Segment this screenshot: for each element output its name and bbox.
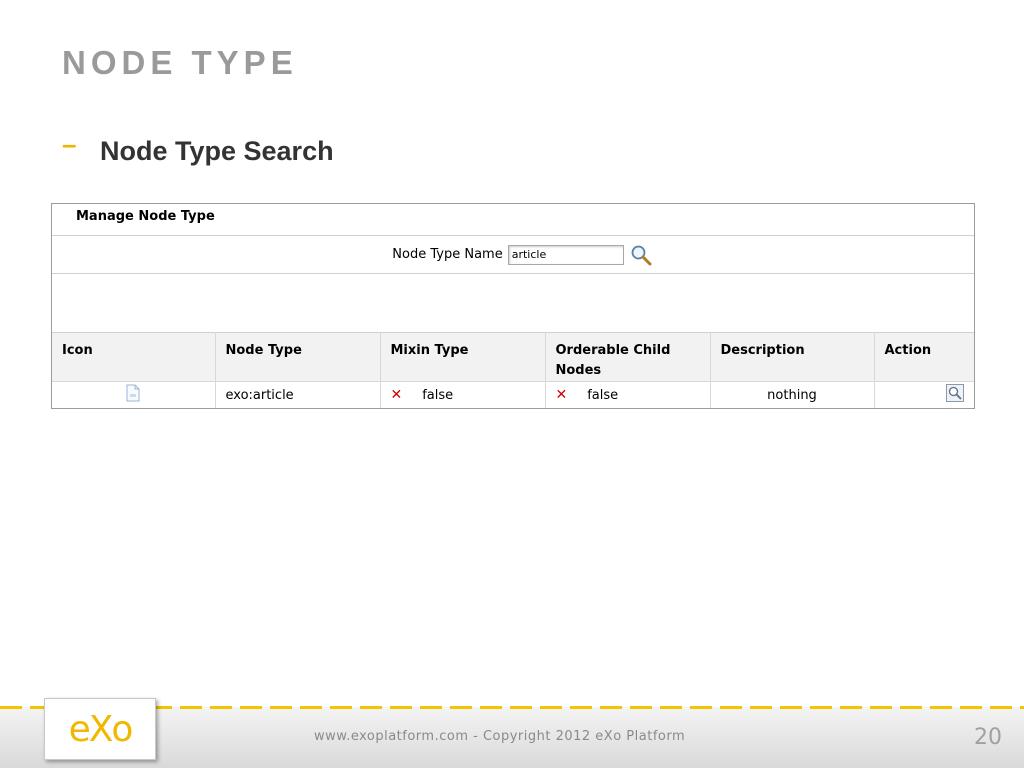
column-header-description: Description — [710, 332, 875, 382]
node-type-table: Icon Node Type Mixin Type Orderable Chil… — [52, 332, 974, 408]
logo-text: eXo — [68, 708, 134, 750]
search-button[interactable] — [628, 242, 654, 268]
cell-mixin-type: ✕ false — [380, 381, 546, 408]
column-header-mixin-type: Mixin Type — [380, 332, 546, 382]
bullet-text: Node Type Search — [100, 136, 334, 166]
table-header-row: Icon Node Type Mixin Type Orderable Chil… — [52, 332, 974, 382]
column-header-orderable-child-nodes: Orderable Child Nodes — [545, 332, 711, 382]
column-header-action: Action — [874, 332, 974, 382]
false-icon: ✕ — [555, 387, 568, 403]
column-header-node-type: Node Type — [215, 332, 381, 382]
view-icon[interactable] — [946, 384, 964, 406]
cell-description: nothing — [710, 381, 875, 408]
false-icon: ✕ — [390, 387, 403, 403]
orderable-value: false — [587, 388, 619, 403]
search-label: Node Type Name — [392, 247, 503, 262]
page-number: 20 — [974, 725, 1002, 750]
column-header-icon: Icon — [52, 332, 216, 382]
bullet-item: – Node Type Search — [62, 129, 334, 167]
exo-logo: eXo — [44, 698, 156, 760]
footer-copyright: www.exoplatform.com - Copyright 2012 eXo… — [314, 729, 686, 744]
bullet-dash: – — [62, 129, 77, 159]
slide-title: NODE TYPE — [62, 44, 298, 81]
cell-action — [874, 381, 974, 408]
manage-node-type-panel: Manage Node Type Node Type Name Icon Nod… — [51, 203, 975, 409]
panel-title: Manage Node Type — [52, 204, 974, 236]
node-type-name-input[interactable] — [507, 244, 624, 265]
cell-node-type: exo:article — [215, 381, 381, 408]
cell-orderable-child-nodes: ✕ false — [545, 381, 711, 408]
search-icon — [631, 245, 652, 265]
cell-icon — [52, 381, 216, 408]
mixin-type-value: false — [422, 388, 454, 403]
search-row: Node Type Name — [52, 236, 974, 274]
document-icon — [125, 384, 141, 406]
table-row: exo:article ✕ false ✕ false nothing — [52, 381, 974, 408]
